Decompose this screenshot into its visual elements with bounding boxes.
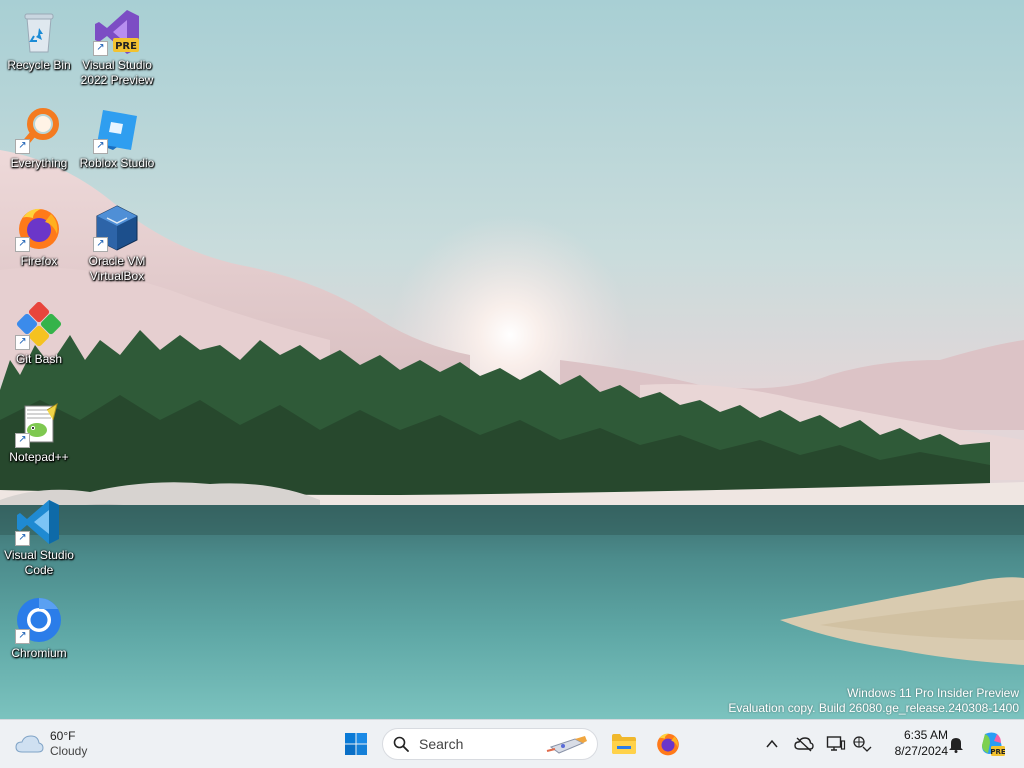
firefox-icon bbox=[657, 733, 679, 756]
windows-evaluation-watermark: Windows 11 Pro Insider Preview Evaluatio… bbox=[728, 686, 1019, 716]
desktop-icon-label: Notepad++ bbox=[9, 450, 69, 464]
roblox-studio-icon: ↗ bbox=[93, 106, 141, 154]
start-button[interactable] bbox=[338, 726, 374, 762]
desktop-icon-label: Roblox Studio bbox=[79, 156, 155, 170]
everything-search-icon: ↗ bbox=[15, 106, 63, 154]
copilot-button[interactable]: PRE bbox=[978, 726, 1006, 762]
shortcut-arrow-icon: ↗ bbox=[15, 335, 30, 350]
shortcut-arrow-icon: ↗ bbox=[93, 237, 108, 252]
pre-badge: PRE bbox=[115, 41, 137, 52]
tray-display[interactable] bbox=[822, 726, 850, 762]
chromium-icon: ↗ bbox=[15, 596, 63, 644]
watermark-build: Evaluation copy. Build 26080.ge_release.… bbox=[728, 701, 1019, 715]
weather-condition: Cloudy bbox=[50, 744, 88, 758]
notifications-button[interactable] bbox=[942, 726, 970, 762]
folder-icon bbox=[612, 734, 636, 754]
desktop-icon-firefox[interactable]: ↗ Firefox bbox=[0, 204, 78, 269]
windows-logo-icon bbox=[345, 733, 367, 755]
recycle-bin-icon bbox=[15, 8, 63, 56]
shortcut-arrow-icon: ↗ bbox=[15, 433, 30, 448]
desktop-icon-oracle-vm-virtualbox[interactable]: ↗ Oracle VM VirtualBox bbox=[78, 204, 156, 284]
search-placeholder: Search bbox=[419, 736, 464, 752]
taskbar-file-explorer[interactable] bbox=[606, 726, 642, 762]
show-hidden-icons-button[interactable] bbox=[758, 726, 786, 762]
shortcut-arrow-icon: ↗ bbox=[93, 41, 108, 56]
shortcut-arrow-icon: ↗ bbox=[93, 139, 108, 154]
desktop-icon-label: Everything bbox=[10, 156, 68, 170]
tray-language[interactable] bbox=[848, 726, 876, 762]
desktop-icon-label: Visual Studio Code bbox=[4, 548, 74, 577]
desktop-icon-label: Firefox bbox=[20, 254, 58, 268]
display-icon bbox=[826, 736, 846, 751]
taskbar-firefox[interactable] bbox=[650, 726, 686, 762]
bell-icon bbox=[949, 738, 963, 753]
vscode-icon: ↗ bbox=[15, 498, 63, 546]
weather-widget[interactable]: 60°F Cloudy bbox=[14, 726, 87, 762]
shortcut-arrow-icon: ↗ bbox=[15, 237, 30, 252]
shortcut-arrow-icon: ↗ bbox=[15, 629, 30, 644]
notepad-plus-plus-icon: ↗ bbox=[15, 400, 63, 448]
shortcut-arrow-icon: ↗ bbox=[15, 139, 30, 154]
watermark-edition: Windows 11 Pro Insider Preview bbox=[847, 686, 1019, 700]
search-highlight-illustration-icon bbox=[546, 736, 587, 754]
copilot-icon: PRE bbox=[982, 732, 1005, 756]
desktop-icon-notepad-plus-plus[interactable]: ↗ Notepad++ bbox=[0, 400, 78, 465]
language-icon bbox=[853, 736, 872, 752]
desktop-icon-roblox-studio[interactable]: ↗ Roblox Studio bbox=[78, 106, 156, 171]
taskbar-search-box[interactable]: Search bbox=[382, 728, 598, 760]
cloud-off-icon bbox=[794, 737, 814, 752]
desktop-icon-label: Visual Studio 2022 Preview bbox=[80, 58, 154, 87]
desktop-icon-label: Chromium bbox=[11, 646, 67, 660]
desktop-icon-label: Git Bash bbox=[15, 352, 63, 366]
copilot-pre-badge: PRE bbox=[990, 748, 1005, 756]
desktop-icon-git-bash[interactable]: ↗ Git Bash bbox=[0, 302, 78, 367]
firefox-icon: ↗ bbox=[15, 204, 63, 252]
desktop-icon-visual-studio-2022-preview[interactable]: PRE ↗ Visual Studio 2022 Preview bbox=[78, 8, 156, 88]
taskbar: 60°F Cloudy Search 6:35 AM 8/27/2024 PRE bbox=[0, 719, 1024, 768]
desktop-icon-visual-studio-code[interactable]: ↗ Visual Studio Code bbox=[0, 498, 78, 578]
desktop-icon-everything[interactable]: ↗ Everything bbox=[0, 106, 78, 171]
shortcut-arrow-icon: ↗ bbox=[15, 531, 30, 546]
chevron-up-icon bbox=[766, 739, 778, 748]
desktop-icon-label: Recycle Bin bbox=[7, 58, 71, 72]
desktop-icon-recycle-bin[interactable]: Recycle Bin bbox=[0, 8, 78, 73]
search-icon bbox=[393, 736, 409, 752]
cloud-icon bbox=[14, 733, 44, 755]
git-bash-icon: ↗ bbox=[15, 302, 63, 350]
virtualbox-icon: ↗ bbox=[93, 204, 141, 252]
clock-date: 8/27/2024 bbox=[894, 744, 948, 758]
tray-onedrive[interactable] bbox=[790, 726, 818, 762]
desktop-icon-chromium[interactable]: ↗ Chromium bbox=[0, 596, 78, 661]
clock-time: 6:35 AM bbox=[903, 728, 948, 742]
desktop-icon-label: Oracle VM VirtualBox bbox=[88, 254, 146, 283]
visual-studio-preview-icon: PRE ↗ bbox=[93, 8, 141, 56]
weather-temperature: 60°F bbox=[50, 729, 76, 743]
taskbar-clock[interactable]: 6:35 AM 8/27/2024 bbox=[878, 727, 948, 759]
